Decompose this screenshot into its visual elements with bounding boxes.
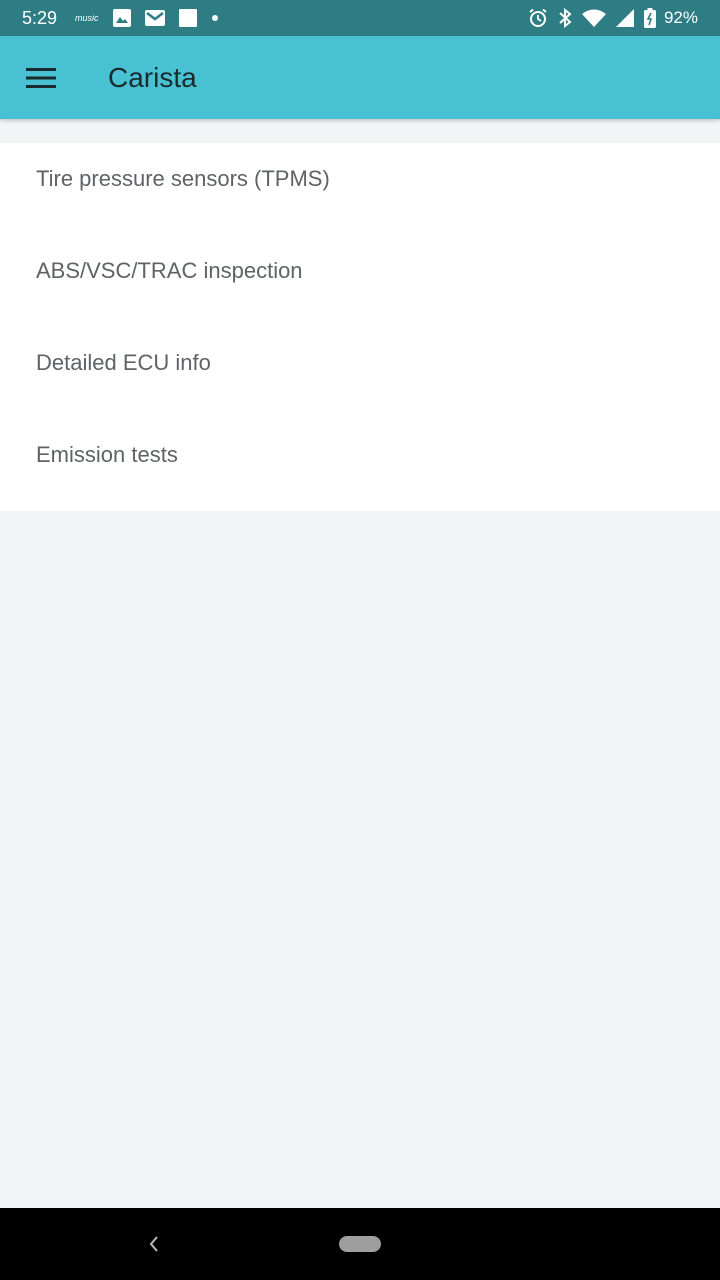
cell-signal-icon <box>615 9 634 27</box>
list-item-label: Emission tests <box>36 442 178 467</box>
alarm-icon <box>528 8 548 28</box>
list-item-tpms[interactable]: Tire pressure sensors (TPMS) <box>0 133 720 225</box>
navigation-bar <box>0 1208 720 1280</box>
list-item-label: Tire pressure sensors (TPMS) <box>36 166 330 191</box>
back-button[interactable] <box>140 1230 168 1258</box>
hamburger-menu-icon <box>26 67 56 88</box>
list-item-label: Detailed ECU info <box>36 350 211 375</box>
wifi-icon <box>581 9 606 27</box>
list-item-label: ABS/VSC/TRAC inspection <box>36 258 303 283</box>
app-bar: Carista <box>0 36 720 119</box>
menu-list: Tire pressure sensors (TPMS) ABS/VSC/TRA… <box>0 143 720 511</box>
list-item-abs-vsc-trac[interactable]: ABS/VSC/TRAC inspection <box>0 225 720 317</box>
image-icon <box>112 9 131 27</box>
battery-percent: 92% <box>663 8 698 27</box>
amazon-music-icon: music <box>75 12 99 23</box>
status-time: 5:29 <box>22 7 58 28</box>
list-item-emission-tests[interactable]: Emission tests <box>0 409 720 501</box>
list-item-ecu-info[interactable]: Detailed ECU info <box>0 317 720 409</box>
app-title: Carista <box>108 61 197 93</box>
dot-icon <box>211 14 219 22</box>
status-right: 92% <box>518 8 698 28</box>
gmail-icon <box>144 10 165 26</box>
menu-button[interactable] <box>11 48 71 108</box>
back-chevron-icon <box>149 1236 158 1252</box>
bluetooth-icon <box>558 8 572 28</box>
home-pill-icon[interactable] <box>339 1236 381 1252</box>
status-left: 5:29 music <box>22 8 233 29</box>
status-bar: 5:29 music 92% <box>0 0 720 36</box>
square-notification-icon <box>178 9 197 27</box>
battery-icon <box>643 8 656 28</box>
